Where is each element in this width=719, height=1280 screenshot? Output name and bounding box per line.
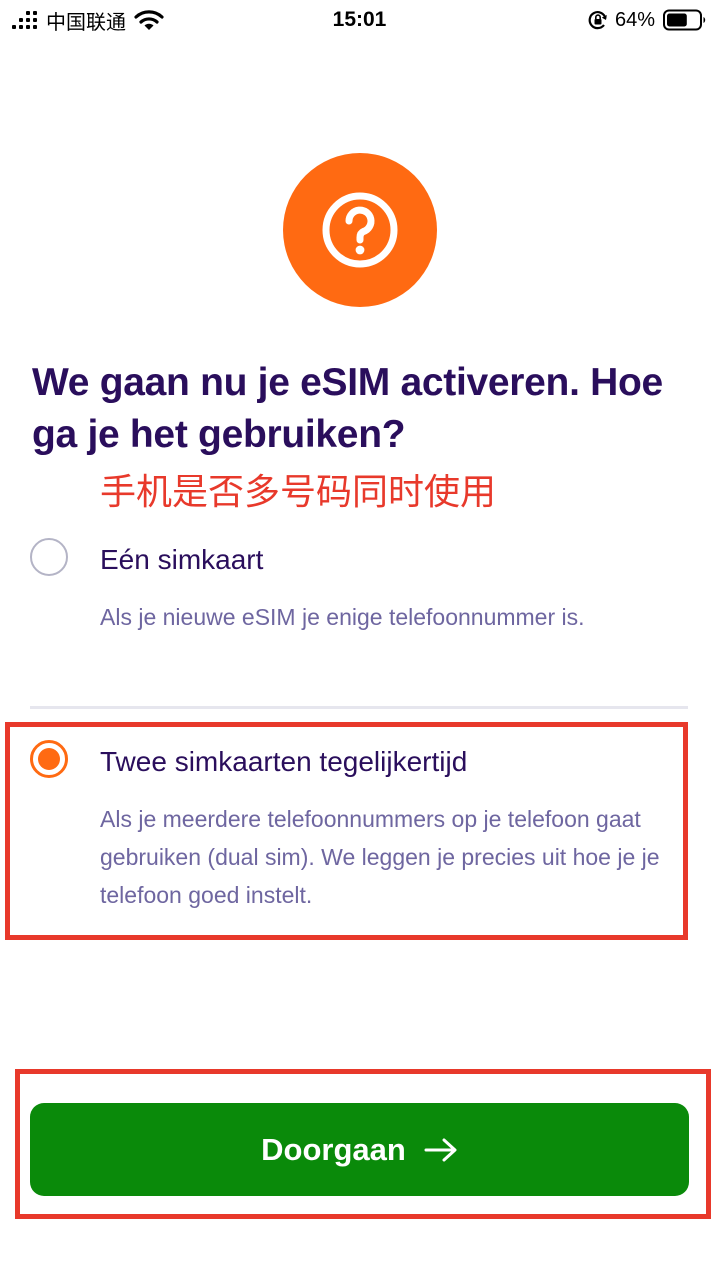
battery-percentage: 64% xyxy=(614,8,655,31)
battery-icon xyxy=(663,9,706,31)
radio-button[interactable] xyxy=(30,538,68,576)
handwritten-annotation: 手机是否多号码同时使用 xyxy=(100,472,497,513)
option-description: Als je meerdere telefoonnummers op je te… xyxy=(100,806,660,908)
arrow-right-icon xyxy=(424,1138,457,1161)
help-glyph xyxy=(322,192,398,268)
option-dual-sim[interactable]: Twee simkaarten tegelijkertijd Als je me… xyxy=(30,738,660,918)
option-label: Eén simkaart xyxy=(100,544,264,575)
continue-button-label: Doorgaan xyxy=(261,1131,406,1167)
question-mark-icon xyxy=(283,153,437,307)
option-single-sim[interactable]: Eén simkaart Als je nieuwe eSIM je enige… xyxy=(30,536,660,676)
continue-button[interactable]: Doorgaan xyxy=(30,1103,689,1196)
rotation-lock-icon xyxy=(588,11,607,30)
page-title: We gaan nu je eSIM activeren. Hoe ga je … xyxy=(32,361,663,456)
status-bar: 中国联通 15:01 64% xyxy=(0,0,719,40)
option-description: Als je nieuwe eSIM je enige telefoonnumm… xyxy=(100,604,585,630)
status-right: 64% xyxy=(587,6,707,34)
radio-button-selected[interactable] xyxy=(30,740,68,778)
option-label: Twee simkaarten tegelijkertijd xyxy=(100,746,468,777)
divider xyxy=(30,706,688,709)
